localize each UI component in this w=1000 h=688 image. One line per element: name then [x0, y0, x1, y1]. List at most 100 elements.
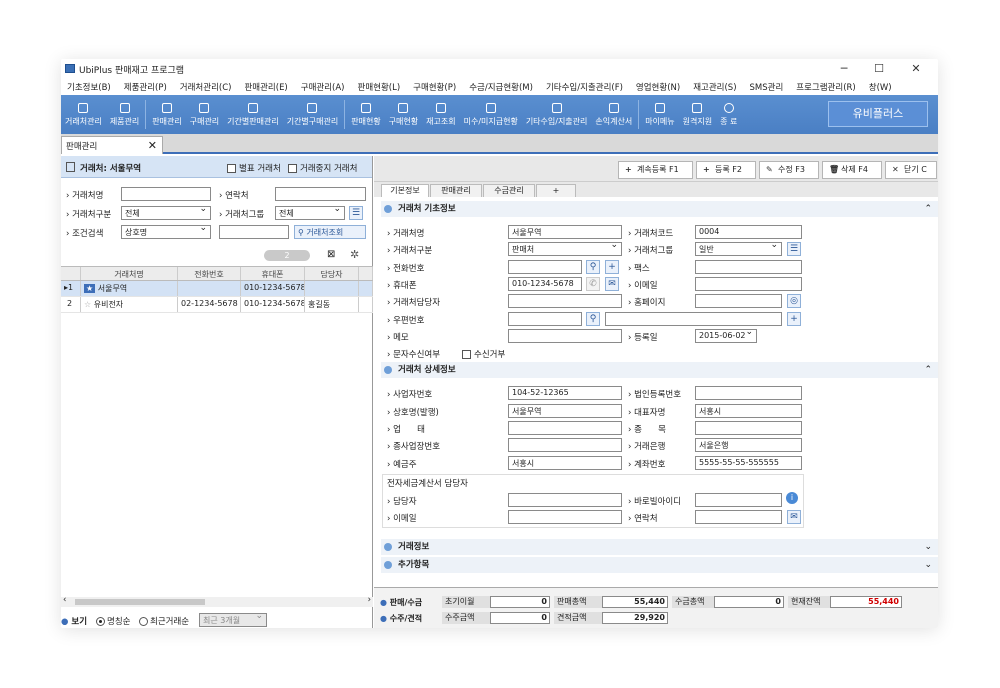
cond-select[interactable]: 상호명 — [121, 225, 211, 239]
tax-contact-field[interactable] — [695, 510, 782, 524]
menu-biz[interactable]: 영업현황(N) — [636, 81, 680, 93]
tb-pl[interactable]: 손익계산서 — [591, 95, 636, 134]
menu-program[interactable]: 프로그램관리(R) — [796, 81, 855, 93]
menu-sales-status[interactable]: 판매현황(L) — [358, 81, 401, 93]
tel-field[interactable] — [508, 260, 582, 274]
name-field[interactable]: 서울무역 — [508, 225, 622, 239]
collapse-icon[interactable]: ⌃ — [924, 201, 932, 217]
tb-period-purchase[interactable]: 기간별구매관리 — [283, 95, 343, 134]
homepage-field[interactable] — [695, 294, 782, 308]
section-trade[interactable]: 거래정보 ⌄ — [381, 539, 938, 555]
minimize-button[interactable]: ─ — [829, 61, 859, 77]
search-client-button[interactable]: ⚲ 거래처조회 — [294, 225, 366, 239]
plus-icon[interactable]: + — [787, 312, 801, 326]
type-select[interactable]: 전체 — [121, 206, 211, 220]
mobile-field[interactable]: 010-1234-5678 — [508, 277, 582, 291]
close-icon[interactable]: ✕ — [148, 139, 157, 152]
section-extra[interactable]: 추가항목 ⌄ — [381, 557, 938, 573]
ceo-field[interactable]: 서홍시 — [695, 404, 802, 418]
menu-basic[interactable]: 기초정보(B) — [67, 81, 111, 93]
search-icon[interactable]: ⚲ — [586, 260, 600, 274]
menu-etc[interactable]: 기타수입/지출관리(F) — [546, 81, 623, 93]
maximize-button[interactable]: ☐ — [864, 61, 894, 77]
tb-remote[interactable]: 원격지원 — [679, 95, 716, 134]
holder-field[interactable]: 서홍시 — [508, 456, 622, 470]
contact-input[interactable] — [275, 187, 366, 201]
tb-mymenu[interactable]: 마이메뉴 — [641, 95, 678, 134]
type-field[interactable]: 판매처 — [508, 242, 622, 256]
sort-recent-radio[interactable]: 최근거래순 — [139, 615, 189, 627]
export-icon[interactable]: ⊠ — [327, 249, 335, 260]
stopped-client-checkbox[interactable]: 거래중지 거래처 — [288, 162, 357, 174]
sort-name-radio[interactable]: 명칭순 — [96, 615, 130, 627]
list-icon[interactable]: ☰ — [349, 206, 363, 220]
tab-basic[interactable]: 기본정보 — [381, 184, 429, 197]
manager-field[interactable] — [508, 294, 622, 308]
list-icon[interactable]: ☰ — [787, 242, 801, 256]
tb-period-sales[interactable]: 기간별판매관리 — [223, 95, 283, 134]
menu-purchase-status[interactable]: 구매현황(P) — [413, 81, 456, 93]
biz-no-field[interactable]: 104-52-12365 — [508, 386, 622, 400]
business-item-field[interactable] — [695, 421, 802, 435]
tb-stock[interactable]: 재고조회 — [422, 95, 459, 134]
table-row[interactable]: ▸1 ★ 서울무역 010-1234-5678 — [61, 281, 373, 297]
tab-sales[interactable]: 판매관리 ✕ — [61, 136, 163, 154]
tb-product[interactable]: 제품관리 — [106, 95, 143, 134]
register-button[interactable]: + 등록 F2 — [696, 161, 756, 179]
globe-icon[interactable]: ◎ — [787, 294, 801, 308]
tab-collect[interactable]: 수금관리 — [483, 184, 535, 197]
name-input[interactable] — [121, 187, 211, 201]
sms-icon[interactable]: ✉ — [605, 277, 619, 291]
expand-icon[interactable]: ⌄ — [924, 539, 932, 555]
collapse-icon[interactable]: ⌃ — [924, 362, 932, 378]
firm-field[interactable]: 서울무역 — [508, 404, 622, 418]
tb-sales-status[interactable]: 판매현황 — [347, 95, 384, 134]
business-type-field[interactable] — [508, 421, 622, 435]
tb-etc[interactable]: 기타수입/지출관리 — [522, 95, 592, 134]
expand-icon[interactable]: ⌄ — [924, 557, 932, 573]
email-field[interactable] — [695, 277, 802, 291]
section-detail[interactable]: 거래처 상세정보 ⌃ — [381, 362, 938, 378]
reg-date-field[interactable]: 2015-06-02 — [695, 329, 757, 343]
star-icon[interactable]: ☆ — [84, 300, 91, 309]
zip-field[interactable] — [508, 312, 582, 326]
sms-reject-checkbox[interactable]: 수신거부 — [462, 348, 505, 360]
close-panel-button[interactable]: ✕ 닫기 C — [885, 161, 937, 179]
table-row[interactable]: 2 ☆ 유비전자 02-1234-5678 010-1234-5678 홍길동 — [61, 297, 373, 313]
tax-manager-field[interactable] — [508, 493, 622, 507]
sms-icon[interactable]: ✉ — [787, 510, 801, 524]
bank-field[interactable]: 서울은행 — [695, 438, 802, 452]
period-select[interactable]: 최근 3개월 — [199, 613, 267, 627]
group-field[interactable]: 일반 — [695, 242, 782, 256]
menu-collect[interactable]: 수금/지급현황(M) — [469, 81, 533, 93]
plus-icon[interactable]: + — [605, 260, 619, 274]
menu-window[interactable]: 창(W) — [869, 81, 892, 93]
menu-sms[interactable]: SMS관리 — [750, 81, 784, 93]
tb-client[interactable]: 거래처관리 — [61, 95, 106, 134]
star-client-checkbox[interactable]: 별표 거래처 — [227, 162, 281, 174]
memo-field[interactable] — [508, 329, 622, 343]
continue-register-button[interactable]: + 계속등록 F1 — [618, 161, 693, 179]
search-icon[interactable]: ⚲ — [586, 312, 600, 326]
barobill-id-field[interactable] — [695, 493, 782, 507]
tab-sales[interactable]: 판매관리 — [430, 184, 482, 197]
delete-button[interactable]: 🗑 삭제 F4 — [822, 161, 882, 179]
gear-icon[interactable]: ✲ — [350, 248, 359, 261]
tax-email-field[interactable] — [508, 510, 622, 524]
menu-client[interactable]: 거래처관리(C) — [180, 81, 232, 93]
menu-sales[interactable]: 판매관리(E) — [244, 81, 287, 93]
edit-button[interactable]: ✎ 수정 F3 — [759, 161, 819, 179]
tb-purchase-status[interactable]: 구매현황 — [385, 95, 422, 134]
tb-purchase[interactable]: 구매관리 — [186, 95, 223, 134]
group-select[interactable]: 전체 — [275, 206, 345, 220]
menu-product[interactable]: 제품관리(P) — [124, 81, 167, 93]
menu-purchase[interactable]: 구매관리(A) — [301, 81, 345, 93]
tb-exit[interactable]: 종 료 — [716, 95, 741, 134]
tab-add[interactable]: + — [536, 184, 576, 197]
phone-icon[interactable]: ✆ — [586, 277, 600, 291]
address-field[interactable] — [605, 312, 782, 326]
fax-field[interactable] — [695, 260, 802, 274]
corp-no-field[interactable] — [695, 386, 802, 400]
code-field[interactable]: 0004 — [695, 225, 802, 239]
section-basic[interactable]: 거래처 기초정보 ⌃ — [381, 201, 938, 217]
